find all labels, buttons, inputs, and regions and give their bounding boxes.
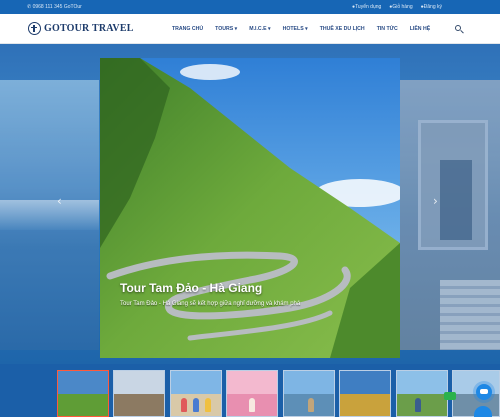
chat-widget-tab[interactable] — [474, 406, 492, 417]
thumbnail-figure — [193, 398, 199, 412]
thumbnail-ground — [58, 393, 108, 416]
thumbnail-7[interactable] — [396, 370, 448, 417]
chevron-left-icon[interactable]: ‹ — [57, 194, 62, 208]
nav-item-car-rental[interactable]: THUÊ XE DU LỊCH — [320, 26, 365, 32]
utility-links: ● Tuyển dụng ● Giỏ hàng ● Đăng ký — [352, 4, 442, 10]
thumbnail-sky — [340, 371, 390, 396]
brand-name: GOTOUR TRAVEL — [44, 23, 134, 34]
brand-logo[interactable]: GOTOUR TRAVEL — [28, 22, 134, 35]
slide-title[interactable]: Tour Tam Đảo - Hà Giang — [120, 281, 262, 295]
search-icon[interactable] — [455, 25, 464, 33]
logo-cross-icon — [28, 22, 41, 35]
zalo-chat-badge[interactable] — [444, 392, 456, 400]
cart-link[interactable]: ● Giỏ hàng — [389, 4, 412, 10]
thumbnail-figure — [415, 398, 421, 412]
thumbnail-sky — [171, 371, 221, 396]
site-header: GOTOUR TRAVEL TRANG CHỦ TOURS ▾ M.I.C.E … — [0, 14, 500, 44]
thumbnail-figure — [181, 398, 187, 412]
beach-photo — [0, 200, 99, 230]
chevron-down-icon: ▾ — [234, 26, 238, 32]
thumbnail-ground — [340, 393, 390, 416]
thumbnail-sky — [284, 371, 334, 396]
main-nav: TRANG CHỦ TOURS ▾ M.I.C.E ▾ HOTELS ▾ THU… — [172, 14, 430, 44]
active-slide[interactable]: Tour Tam Đảo - Hà Giang Tour Tam Đảo - H… — [100, 58, 400, 358]
thumbnail-3[interactable] — [170, 370, 222, 417]
thumbnail-sky — [58, 371, 108, 396]
next-slide-preview[interactable] — [400, 80, 500, 350]
thumbnail-figure — [249, 398, 255, 412]
thumbnail-6[interactable] — [339, 370, 391, 417]
slide-description: Tour Tam Đảo - Hà Giang sẽ kết hợp giữa … — [120, 301, 301, 307]
hotline[interactable]: ✆ 0968 111 345 GoTOur — [27, 4, 82, 10]
thumbnail-4[interactable] — [226, 370, 278, 417]
register-link[interactable]: ● Đăng ký — [421, 4, 442, 10]
thumbnail-figure — [205, 398, 211, 412]
thumbnail-sky — [397, 371, 447, 396]
thumbnail-figure — [308, 398, 314, 412]
thumbnail-ground — [397, 393, 447, 416]
hotline-number: 0968 111 345 GoTOur — [32, 4, 82, 10]
top-utility-bar: ✆ 0968 111 345 GoTOur ● Tuyển dụng ● Giỏ… — [0, 0, 500, 14]
hero-slider: ‹ › Tour Tam Đảo - Hà Giang Tour Tam Đảo… — [0, 44, 500, 364]
chevron-down-icon: ▾ — [305, 26, 308, 32]
nav-item-contact[interactable]: LIÊN HỆ — [410, 26, 430, 32]
thumbnail-2[interactable] — [113, 370, 165, 417]
careers-link[interactable]: ● Tuyển dụng — [352, 4, 381, 10]
chevron-down-icon: ▾ — [268, 26, 271, 32]
thumbnail-1[interactable] — [57, 370, 109, 417]
messenger-icon[interactable] — [476, 384, 492, 400]
search-handle — [460, 29, 464, 33]
temple-door — [440, 160, 472, 240]
thumbnail-strip — [0, 368, 500, 417]
mountain-road-photo — [100, 58, 400, 358]
nav-item-tours[interactable]: TOURS ▾ — [215, 26, 237, 32]
chevron-right-icon[interactable]: › — [433, 194, 438, 208]
thumbnail-5[interactable] — [283, 370, 335, 417]
nav-item-mice[interactable]: M.I.C.E ▾ — [249, 26, 270, 32]
temple-stairs — [440, 280, 500, 350]
nav-item-hotels[interactable]: HOTELS ▾ — [283, 26, 308, 32]
thumbnail-sky — [227, 371, 277, 396]
nav-item-news[interactable]: TIN TỨC — [377, 26, 398, 32]
thumbnail-ground — [114, 393, 164, 416]
nav-item-home[interactable]: TRANG CHỦ — [172, 26, 203, 32]
prev-slide-preview[interactable] — [0, 80, 99, 350]
thumbnail-sky — [114, 371, 164, 396]
